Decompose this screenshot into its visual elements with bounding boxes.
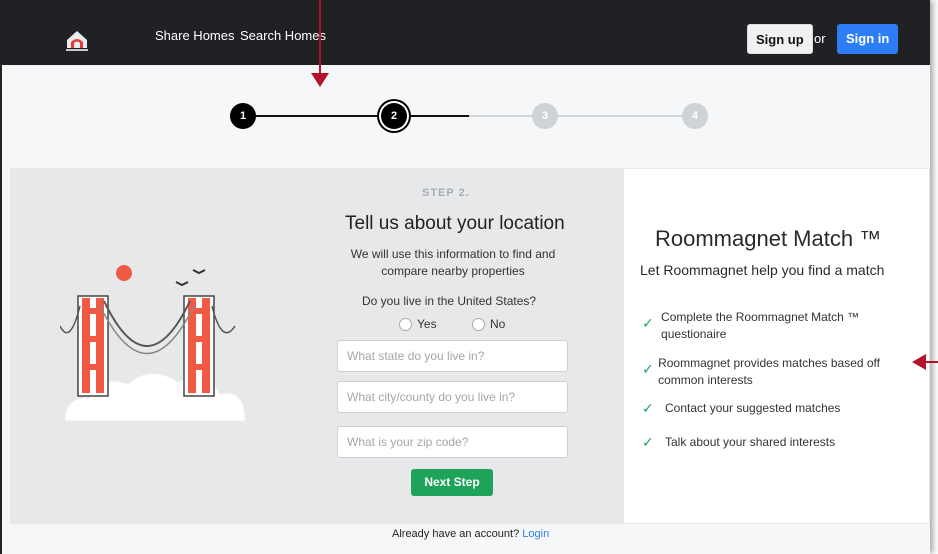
match-benefit-4: ✓ Talk about your shared interests bbox=[642, 434, 902, 451]
radio-no-label: No bbox=[490, 317, 506, 331]
step-3: 3 bbox=[532, 103, 558, 129]
check-icon: ✓ bbox=[642, 361, 654, 377]
step-2[interactable]: 2 bbox=[381, 103, 407, 129]
nav-link-search-homes[interactable]: Search Homes bbox=[240, 28, 326, 43]
match-info-panel bbox=[623, 168, 930, 524]
login-link[interactable]: Login bbox=[522, 528, 549, 540]
match-benefit-text: Roommagnet provides matches based off co… bbox=[658, 356, 880, 387]
top-navbar: Share Homes Search Homes Sign up or Sign… bbox=[2, 0, 930, 65]
step-1[interactable]: 1 bbox=[230, 103, 256, 129]
match-benefit-1: ✓ Complete the Roommagnet Match ™ questi… bbox=[642, 309, 882, 343]
step-connector-1 bbox=[256, 115, 381, 117]
login-prompt: Already have an account? Login bbox=[392, 528, 549, 540]
match-benefit-text: Talk about your shared interests bbox=[665, 435, 836, 449]
bird-icon bbox=[192, 269, 206, 275]
radio-no-circle[interactable] bbox=[472, 317, 485, 331]
match-title: Roommagnet Match ™ bbox=[655, 226, 882, 251]
radio-yes[interactable]: Yes bbox=[399, 317, 437, 331]
bird-icon bbox=[175, 281, 189, 287]
nav-link-share-homes[interactable]: Share Homes bbox=[155, 28, 234, 43]
step-connector-3 bbox=[558, 115, 682, 117]
annotation-arrow-down bbox=[319, 0, 321, 75]
match-benefit-3: ✓ Contact your suggested matches bbox=[642, 400, 902, 417]
browser-frame: Share Homes Search Homes Sign up or Sign… bbox=[0, 0, 930, 554]
login-prompt-text: Already have an account? bbox=[392, 528, 520, 540]
next-step-button[interactable]: Next Step bbox=[411, 469, 493, 496]
us-resident-question: Do you live in the United States? bbox=[362, 294, 537, 308]
state-input[interactable] bbox=[337, 340, 568, 372]
match-benefit-text: Contact your suggested matches bbox=[665, 401, 841, 415]
step-label: STEP 2. bbox=[422, 187, 470, 199]
radio-no[interactable]: No bbox=[472, 317, 505, 331]
step-connector-2b bbox=[469, 115, 532, 117]
logo-icon[interactable] bbox=[62, 26, 92, 52]
match-benefit-text: Complete the Roommagnet Match ™ question… bbox=[661, 310, 860, 341]
city-input[interactable] bbox=[337, 381, 568, 413]
check-icon: ✓ bbox=[642, 315, 654, 331]
form-subtitle: We will use this information to find and… bbox=[350, 247, 556, 278]
radio-yes-circle[interactable] bbox=[399, 317, 412, 331]
annotation-arrow-down-head bbox=[311, 73, 329, 87]
match-benefit-2: ✓ Roommagnet provides matches based off … bbox=[642, 355, 882, 389]
annotation-arrow-left bbox=[925, 361, 938, 363]
signin-button[interactable]: Sign in bbox=[837, 24, 899, 54]
step-4: 4 bbox=[682, 103, 708, 129]
check-icon: ✓ bbox=[642, 434, 654, 450]
radio-yes-label: Yes bbox=[417, 317, 437, 331]
sun-icon bbox=[116, 265, 132, 281]
step-connector-2a bbox=[407, 115, 469, 117]
form-title: Tell us about your location bbox=[345, 213, 565, 234]
annotation-arrow-left-head bbox=[912, 354, 926, 370]
bridge-illustration bbox=[60, 265, 246, 422]
or-label: or bbox=[814, 31, 826, 46]
signup-button[interactable]: Sign up bbox=[747, 24, 813, 54]
check-icon: ✓ bbox=[642, 400, 654, 416]
zip-input[interactable] bbox=[337, 426, 568, 458]
match-subtitle: Let Roommagnet help you find a match bbox=[640, 262, 885, 278]
